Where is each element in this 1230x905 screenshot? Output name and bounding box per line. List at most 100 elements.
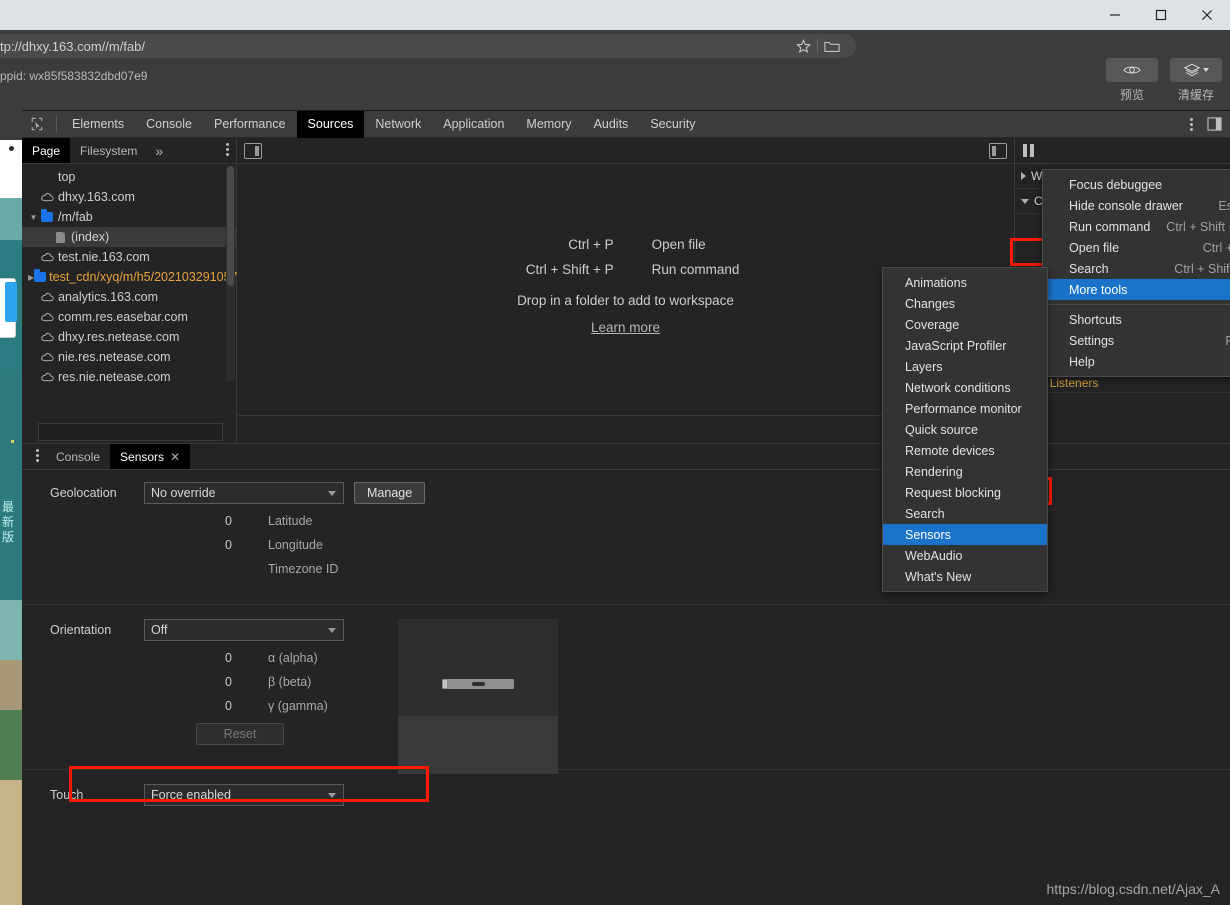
- menu-item-more-tools[interactable]: More tools: [1043, 279, 1230, 300]
- alpha-field: 0 α (alpha): [50, 651, 1230, 665]
- menu-item-label: More tools: [1069, 282, 1128, 297]
- menu-item-help[interactable]: Help: [1043, 351, 1230, 372]
- more-tools-item-request-blocking[interactable]: Request blocking: [883, 482, 1047, 503]
- tree-item-comm-res[interactable]: comm.res.easebar.com: [22, 307, 236, 327]
- more-tools-item-network-conditions[interactable]: Network conditions: [883, 377, 1047, 398]
- address-url-text[interactable]: tp://dhxy.163.com//m/fab/: [0, 39, 789, 54]
- drawer-tab-label: Console: [56, 449, 101, 464]
- menu-item-run-command[interactable]: Run command Ctrl + Shift +: [1043, 216, 1230, 237]
- navigator-filter-input[interactable]: [38, 423, 223, 441]
- more-tools-item-search[interactable]: Search: [883, 503, 1047, 524]
- orientation-select[interactable]: Off: [144, 619, 344, 641]
- navigator-tab-filesystem[interactable]: Filesystem: [70, 138, 147, 163]
- more-tools-item-javascript-profiler[interactable]: JavaScript Profiler: [883, 335, 1047, 356]
- tabbar-divider: [56, 116, 57, 132]
- learn-more-link[interactable]: Learn more: [591, 320, 660, 335]
- tab-audits[interactable]: Audits: [583, 111, 640, 138]
- menu-item-settings[interactable]: Settings F: [1043, 330, 1230, 351]
- chevron-down-icon: [1202, 68, 1209, 72]
- cloud-icon: [39, 312, 55, 322]
- tree-item-analytics[interactable]: analytics.163.com: [22, 287, 236, 307]
- more-tools-item-whats-new[interactable]: What's New: [883, 566, 1047, 587]
- window-minimize-button[interactable]: [1092, 0, 1138, 30]
- more-tools-item-quick-source[interactable]: Quick source: [883, 419, 1047, 440]
- drawer-menu-icon[interactable]: [28, 444, 46, 466]
- watermark-text: https://blog.csdn.net/Ajax_A: [1046, 881, 1220, 897]
- tree-item-label: dhxy.res.netease.com: [58, 330, 180, 344]
- dock-side-icon[interactable]: [1204, 114, 1224, 134]
- drawer-tab-console[interactable]: Console: [46, 444, 110, 469]
- editor-toolbar: [238, 138, 1013, 164]
- tab-elements[interactable]: Elements: [61, 111, 135, 138]
- navigator-scrollbar[interactable]: [226, 166, 235, 381]
- window-close-button[interactable]: [1184, 0, 1230, 30]
- folder-icon[interactable]: [818, 35, 846, 57]
- more-tools-item-webaudio[interactable]: WebAudio: [883, 545, 1047, 566]
- tree-item-test-nie[interactable]: test.nie.163.com: [22, 247, 236, 267]
- tree-item-top[interactable]: top: [22, 167, 236, 187]
- beta-value[interactable]: 0: [50, 675, 240, 689]
- navigator-tab-page[interactable]: Page: [22, 138, 71, 163]
- star-icon[interactable]: [789, 35, 817, 57]
- tree-item-dhxy-163[interactable]: dhxy.163.com: [22, 187, 236, 207]
- tree-item-dhxy-res[interactable]: dhxy.res.netease.com: [22, 327, 236, 347]
- menu-item-hide-console-drawer[interactable]: Hide console drawer Es: [1043, 195, 1230, 216]
- tree-item-m-fab[interactable]: ▼ /m/fab: [22, 207, 236, 227]
- more-tools-item-remote-devices[interactable]: Remote devices: [883, 440, 1047, 461]
- tree-item-test-cdn[interactable]: ▶ test_cdn/xyq/m/h5/202103291057: [22, 267, 238, 287]
- show-debugger-icon[interactable]: [989, 142, 1007, 159]
- more-tools-item-layers[interactable]: Layers: [883, 356, 1047, 377]
- close-icon[interactable]: ✕: [170, 450, 180, 464]
- more-tools-item-performance-monitor[interactable]: Performance monitor: [883, 398, 1047, 419]
- menu-item-open-file[interactable]: Open file Ctrl +: [1043, 237, 1230, 258]
- navigator-menu-icon[interactable]: [218, 138, 236, 160]
- show-navigator-icon[interactable]: [244, 142, 262, 159]
- clear-cache-button-label: 清缓存: [1177, 88, 1214, 102]
- tree-item-nie-res[interactable]: nie.res.netease.com: [22, 347, 236, 367]
- shortcut-keys: Ctrl + P: [568, 236, 614, 252]
- tab-network[interactable]: Network: [364, 111, 432, 138]
- clear-cache-button[interactable]: 清缓存: [1170, 58, 1222, 103]
- alpha-value[interactable]: 0: [50, 651, 240, 665]
- manage-locations-button[interactable]: Manage: [354, 482, 426, 504]
- geolocation-select[interactable]: No override: [144, 482, 344, 504]
- tab-sources[interactable]: Sources: [296, 110, 365, 138]
- more-tools-item-coverage[interactable]: Coverage: [883, 314, 1047, 335]
- latitude-value[interactable]: 0: [50, 514, 240, 528]
- page-sliver-band-3: [0, 370, 22, 600]
- more-tools-item-sensors[interactable]: Sensors: [883, 524, 1047, 545]
- more-tools-item-animations[interactable]: Animations: [883, 272, 1047, 293]
- menu-item-label: Shortcuts: [1069, 312, 1122, 327]
- shortcut-keys: Ctrl + Shift + P: [525, 261, 614, 277]
- menu-item-focus-debuggee[interactable]: Focus debuggee: [1043, 174, 1230, 195]
- orientation-reset-button[interactable]: Reset: [196, 723, 284, 745]
- navigator-more-tabs-icon[interactable]: »: [147, 138, 171, 163]
- preview-button[interactable]: 预览: [1106, 58, 1158, 103]
- pause-script-icon[interactable]: [1023, 144, 1034, 157]
- folder-icon: [39, 209, 55, 222]
- tab-security[interactable]: Security: [639, 111, 706, 138]
- device-orientation-preview[interactable]: [398, 619, 558, 774]
- touch-select[interactable]: Force enabled: [144, 784, 344, 806]
- device-preview-phone[interactable]: [442, 679, 514, 689]
- tab-console[interactable]: Console: [135, 111, 203, 138]
- three-dots-vertical-icon[interactable]: [1182, 113, 1200, 135]
- menu-item-search[interactable]: Search Ctrl + Shift: [1043, 258, 1230, 279]
- tree-item-res-nie[interactable]: res.nie.netease.com: [22, 367, 236, 387]
- longitude-value[interactable]: 0: [50, 538, 240, 552]
- tree-item-index[interactable]: (index): [22, 227, 236, 247]
- inspect-element-icon[interactable]: [22, 111, 52, 138]
- address-bar[interactable]: tp://dhxy.163.com//m/fab/: [0, 34, 856, 58]
- more-tools-item-changes[interactable]: Changes: [883, 293, 1047, 314]
- menu-item-shortcuts[interactable]: Shortcuts: [1043, 309, 1230, 330]
- tab-performance[interactable]: Performance: [203, 111, 297, 138]
- drawer-tab-sensors[interactable]: Sensors ✕: [110, 444, 191, 469]
- tab-application[interactable]: Application: [432, 111, 515, 138]
- more-tools-item-rendering[interactable]: Rendering: [883, 461, 1047, 482]
- more-tools-submenu: Animations Changes Coverage JavaScript P…: [882, 267, 1048, 592]
- tree-arrow-expanded[interactable]: ▼: [28, 213, 39, 222]
- tab-memory[interactable]: Memory: [515, 111, 582, 138]
- tree-item-label: nie.res.netease.com: [58, 350, 171, 364]
- window-maximize-button[interactable]: [1138, 0, 1184, 30]
- gamma-value[interactable]: 0: [50, 699, 240, 713]
